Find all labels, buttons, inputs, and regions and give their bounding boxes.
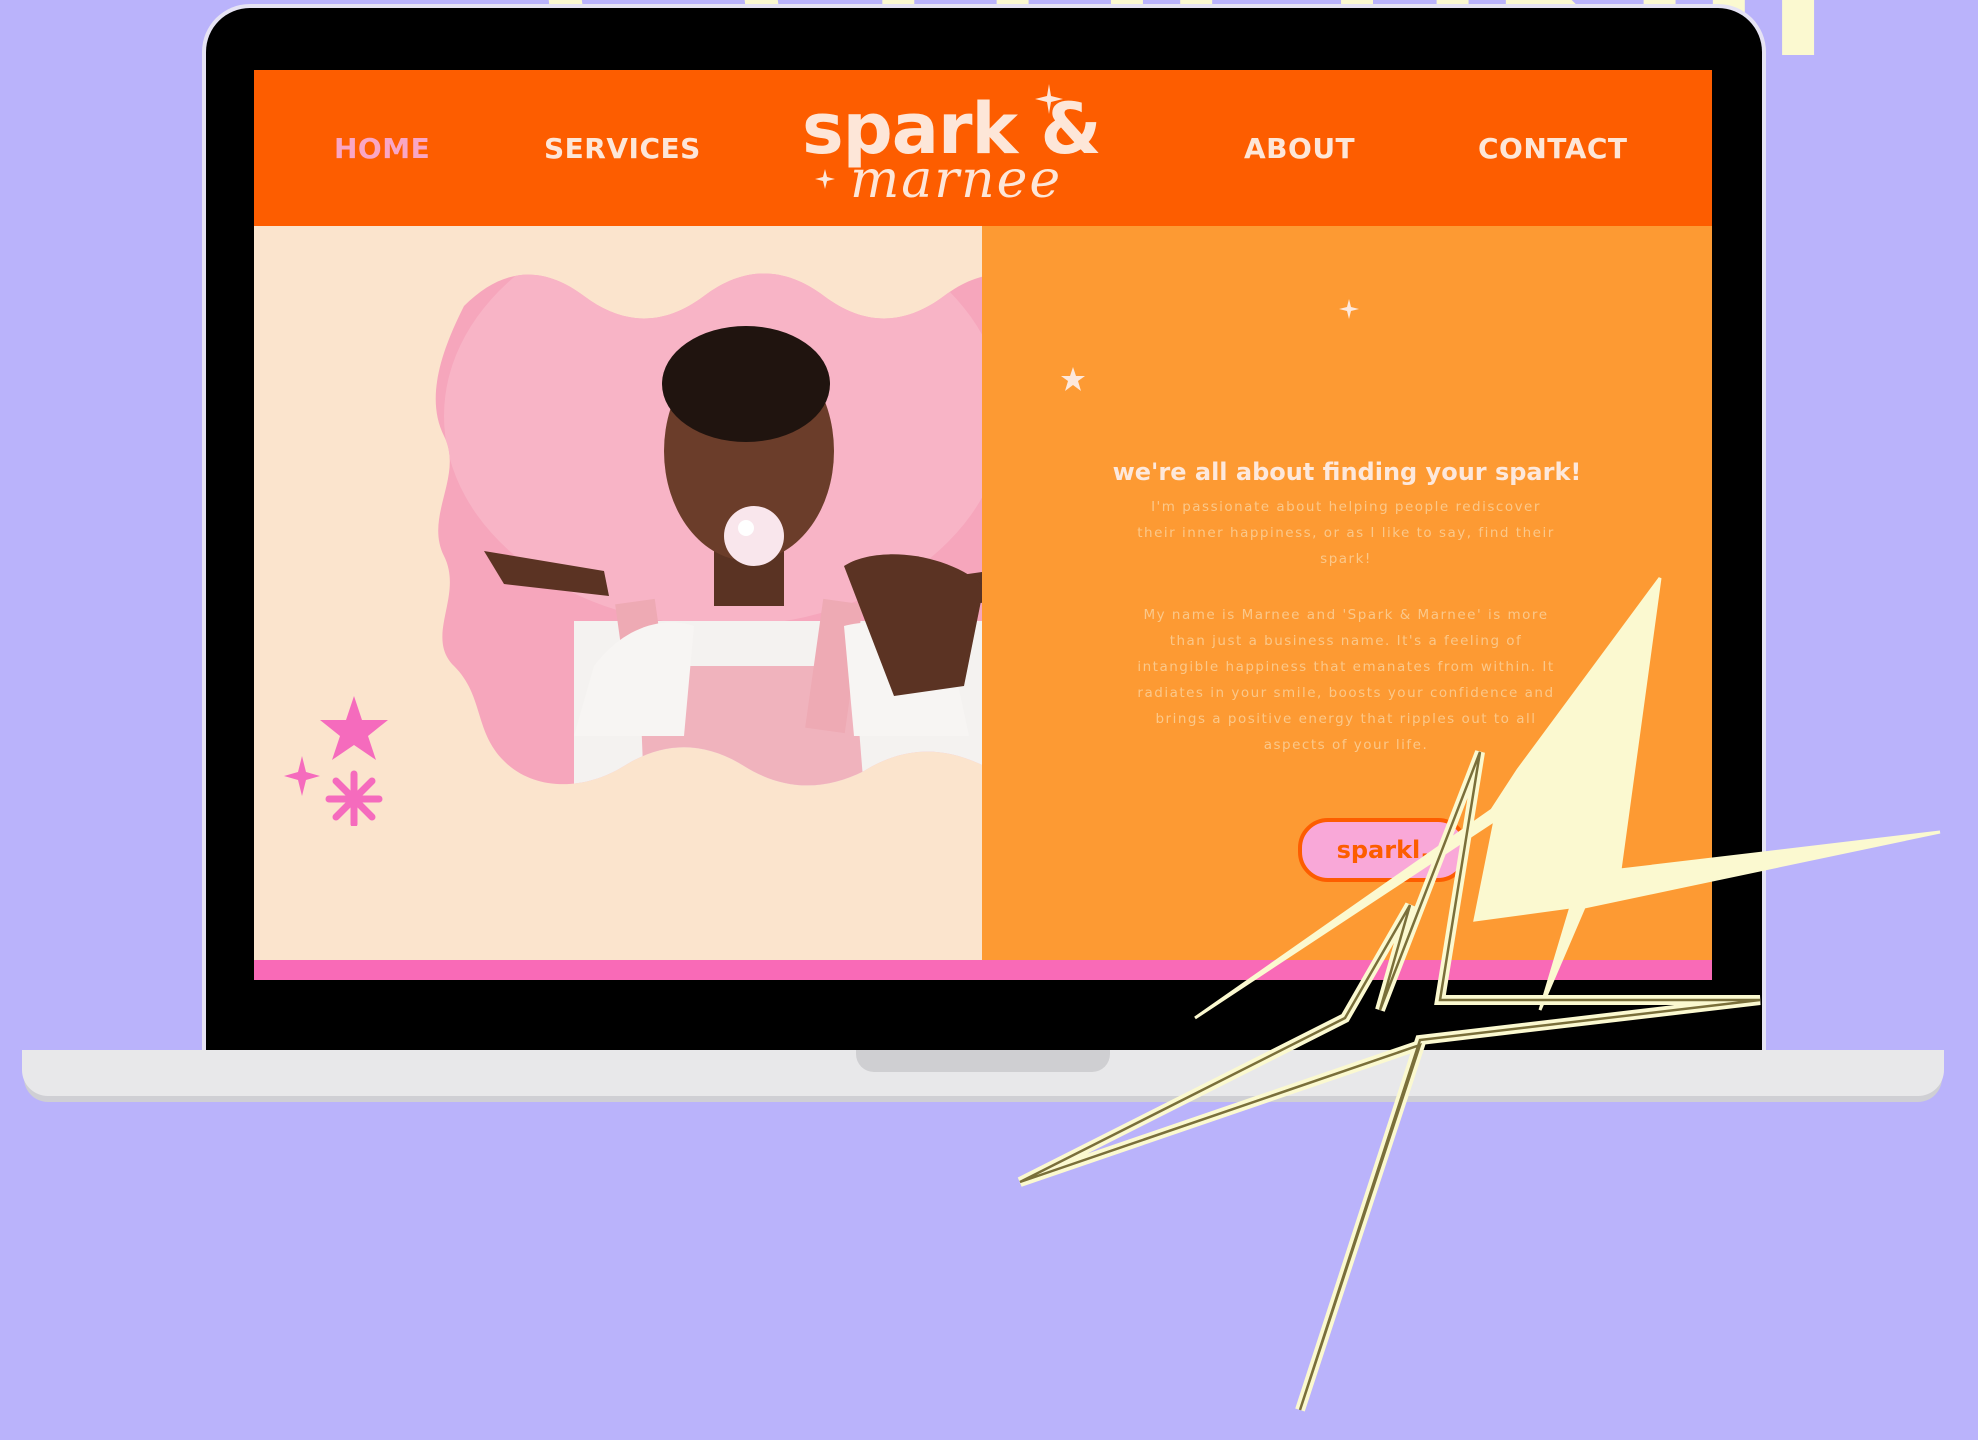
footer-accent-strip (254, 960, 1712, 980)
site-navigation: HOME SERVICES spark & marnee ABOUT CONTA… (254, 70, 1712, 226)
star-icon (1061, 367, 1085, 391)
logo-wordmark-bottom: marnee (850, 150, 1063, 210)
nav-link-contact[interactable]: CONTACT (1478, 132, 1628, 165)
hero-text-panel: we're all about finding your spark! I'm … (982, 226, 1712, 960)
nav-link-services[interactable]: SERVICES (544, 132, 701, 165)
hero-headline: we're all about finding your spark! (1112, 458, 1582, 486)
sparkl-cta-button[interactable]: sparkl. (1298, 818, 1468, 882)
sparkle-icon (1339, 299, 1359, 319)
brand-logo[interactable]: spark & marnee (802, 84, 1162, 210)
nav-link-home[interactable]: HOME (334, 132, 430, 165)
decorative-stars-icon (284, 696, 388, 826)
hero-paragraph-about: My name is Marnee and 'Spark & Marnee' i… (1137, 607, 1555, 753)
nav-link-about[interactable]: ABOUT (1244, 132, 1355, 165)
logo-sparkle-icon (1035, 84, 1063, 114)
laptop-notch (856, 1050, 1110, 1072)
hero-image-panel (254, 226, 1064, 960)
website-screen: HOME SERVICES spark & marnee ABOUT CONTA… (254, 70, 1712, 980)
hero-paragraph-intro: I'm passionate about helping people redi… (1137, 499, 1555, 567)
logo-star-icon (815, 169, 835, 189)
